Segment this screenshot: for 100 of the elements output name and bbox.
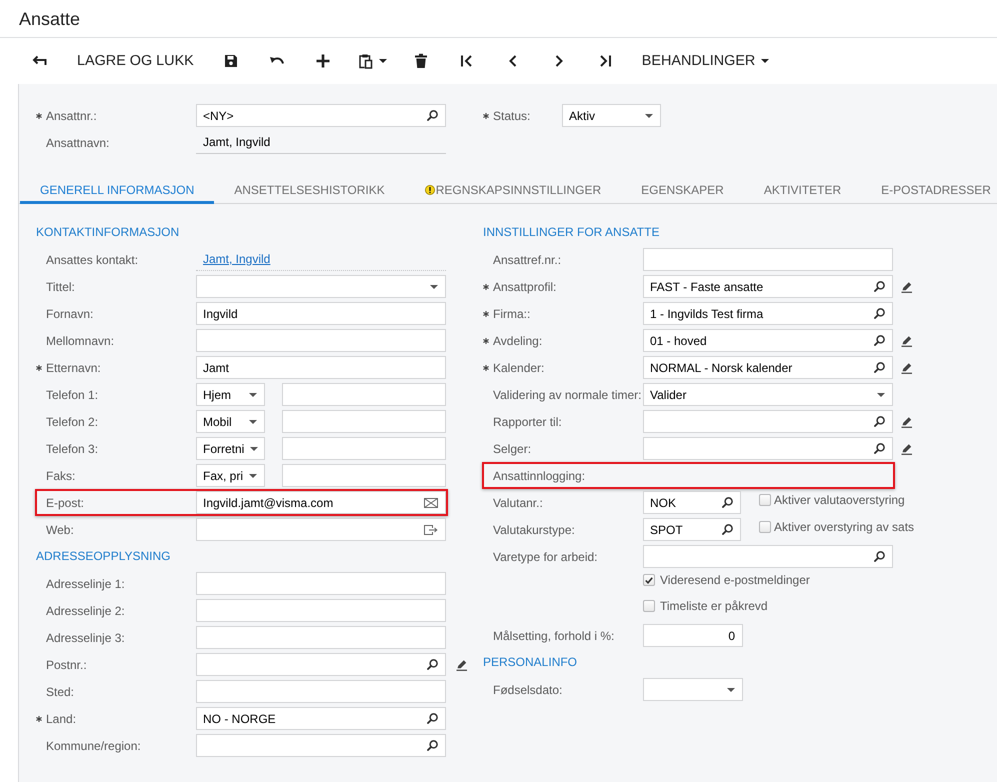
field-label: Kalender: <box>493 360 546 376</box>
lookup-field[interactable]: FAST - Faste ansatte <box>643 275 893 298</box>
tab[interactable]: E-POSTADRESSER <box>861 175 997 204</box>
section-title: ADRESSEOPPLYSNING <box>36 549 170 563</box>
pencil-icon[interactable] <box>456 658 468 670</box>
search-icon[interactable] <box>874 335 885 346</box>
text-field[interactable] <box>196 626 446 649</box>
lookup-field[interactable]: NO - NORGE <box>196 707 446 730</box>
field-label: Selger: <box>493 440 532 456</box>
text-field[interactable] <box>643 248 893 271</box>
save-and-close-button[interactable]: LAGRE OG LUKK <box>68 46 203 76</box>
field-label: Faks: <box>46 468 76 484</box>
pencil-icon[interactable] <box>901 416 913 428</box>
search-icon[interactable] <box>874 308 885 319</box>
field-label: Avdeling: <box>493 332 544 348</box>
number-field[interactable]: 0 <box>643 624 743 647</box>
field-label: Tittel: <box>46 278 76 294</box>
phone-type-dropdown[interactable]: Mobil <box>196 410 265 433</box>
field-label: Web: <box>46 522 75 538</box>
dropdown-field[interactable]: Valider <box>643 383 893 406</box>
tab[interactable]: ANSETTELSESHISTORIKK <box>214 175 405 204</box>
text-field[interactable] <box>196 680 446 703</box>
lookup-field[interactable] <box>643 545 893 568</box>
field-label: Varetype for arbeid: <box>493 548 599 564</box>
pencil-icon[interactable] <box>901 280 913 292</box>
lookup-field[interactable]: NORMAL - Norsk kalender <box>643 356 893 379</box>
phone-type-dropdown[interactable]: Hjem <box>196 383 265 406</box>
field-label: Firma:: <box>493 306 532 322</box>
text-field[interactable]: Jamt <box>196 356 446 379</box>
envelope-icon[interactable] <box>424 498 438 508</box>
caret-down-icon <box>727 688 735 692</box>
dropdown-field[interactable] <box>196 275 446 298</box>
url-field[interactable] <box>196 518 446 541</box>
lookup-field[interactable]: 01 - hoved <box>643 329 893 352</box>
name-display-field: Jamt, Ingvild <box>196 131 446 154</box>
contact-link[interactable]: Jamt, Ingvild <box>203 251 270 267</box>
text-field[interactable]: Ingvild <box>196 302 446 325</box>
plus-icon <box>314 52 331 68</box>
actions-menu-button[interactable]: BEHANDLINGER <box>632 46 778 76</box>
search-icon[interactable] <box>427 659 438 670</box>
email-field[interactable]: Ingvild.jamt@visma.com <box>196 491 446 514</box>
lookup-field[interactable] <box>196 734 446 757</box>
lookup-field[interactable]: NOK <box>643 491 741 514</box>
checkbox[interactable] <box>759 521 771 533</box>
phone-number-field[interactable] <box>282 383 446 406</box>
phone-number-field[interactable] <box>282 437 446 460</box>
clipboard-icon <box>356 52 373 68</box>
lookup-field[interactable] <box>196 653 446 676</box>
search-icon[interactable] <box>874 416 885 427</box>
caret-down-icon <box>249 420 257 424</box>
lookup-field[interactable]: 1 - Ingvilds Test firma <box>643 302 893 325</box>
pencil-icon[interactable] <box>901 362 913 374</box>
phone-number-field[interactable] <box>282 464 446 487</box>
date-field[interactable] <box>643 678 743 701</box>
tab[interactable]: REGNSKAPSINNSTILLINGER <box>404 175 622 204</box>
lookup-field[interactable] <box>643 410 893 433</box>
box-arrow-icon[interactable] <box>424 524 438 534</box>
search-icon[interactable] <box>427 713 438 724</box>
field-label: Ansattes kontakt: <box>46 252 140 268</box>
tab[interactable]: AKTIVITETER <box>744 175 862 204</box>
page-title: Ansatte <box>19 8 80 30</box>
field-label: Etternavn: <box>46 360 102 376</box>
text-field[interactable] <box>196 572 446 595</box>
field-label: Ansattnr.: <box>46 108 98 124</box>
search-icon[interactable] <box>874 281 885 292</box>
search-icon[interactable] <box>874 443 885 454</box>
checkbox[interactable] <box>643 600 655 612</box>
tab[interactable]: EGENSKAPER <box>621 175 744 204</box>
caret-down-icon <box>645 114 653 118</box>
lookup-field[interactable]: SPOT <box>643 518 741 541</box>
phone-number-field[interactable] <box>282 410 446 433</box>
dropdown-field[interactable]: Aktiv <box>562 104 661 127</box>
field-label: Fornavn: <box>46 306 94 322</box>
text-field[interactable] <box>196 599 446 622</box>
search-icon[interactable] <box>427 740 438 751</box>
checkbox[interactable] <box>643 574 655 586</box>
pencil-icon[interactable] <box>901 442 913 454</box>
search-icon[interactable] <box>874 362 885 373</box>
section-title: INNSTILLINGER FOR ANSATTE <box>483 225 660 239</box>
checkbox[interactable] <box>759 494 771 506</box>
lookup-field[interactable] <box>643 437 893 460</box>
search-icon[interactable] <box>874 551 885 562</box>
search-icon[interactable] <box>722 524 733 535</box>
section-title: PERSONALINFO <box>483 655 578 669</box>
text-field[interactable] <box>196 329 446 352</box>
lookup-field[interactable]: <NY> <box>196 104 446 127</box>
field-label: Kommune/region: <box>46 738 142 754</box>
field-label: Ansattprofil: <box>493 278 558 294</box>
phone-type-dropdown[interactable]: Fax, pri <box>196 464 265 487</box>
checkbox-label: Aktiver overstyring av sats <box>774 520 914 534</box>
field-label: Validering av normale timer: <box>493 386 643 402</box>
phone-type-dropdown[interactable]: Forretni <box>196 437 265 460</box>
field-label: Valutakurstype: <box>493 522 576 538</box>
search-icon[interactable] <box>427 110 438 121</box>
checkbox-label: Timeliste er påkrevd <box>660 599 768 613</box>
field-label: Målsetting, forhold i %: <box>493 628 616 644</box>
tab[interactable]: GENERELL INFORMASJON <box>20 175 214 204</box>
pencil-icon[interactable] <box>901 334 913 346</box>
search-icon[interactable] <box>722 497 733 508</box>
field-label: Telefon 1: <box>46 386 100 402</box>
